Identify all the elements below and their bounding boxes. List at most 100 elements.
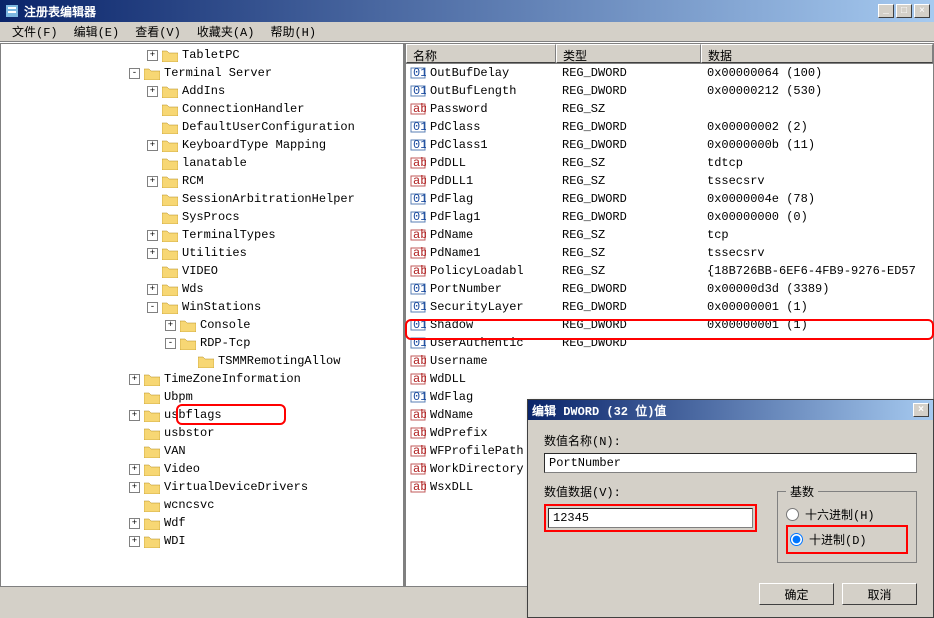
list-row[interactable]: 011PdFlag1REG_DWORD0x00000000 (0) [406, 208, 933, 226]
list-row[interactable]: 011PortNumberREG_DWORD0x00000d3d (3389) [406, 280, 933, 298]
string-icon: ab [410, 173, 426, 189]
dec-radio[interactable] [790, 533, 803, 546]
list-row[interactable]: 011OutBufDelayREG_DWORD0x00000064 (100) [406, 64, 933, 82]
list-row[interactable]: 011PdClass1REG_DWORD0x0000000b (11) [406, 136, 933, 154]
tree-node[interactable]: +usbstor [3, 424, 401, 442]
tree-node[interactable]: +SessionArbitrationHelper [3, 190, 401, 208]
string-icon: ab [410, 155, 426, 171]
list-row[interactable]: 011OutBufLengthREG_DWORD0x00000212 (530) [406, 82, 933, 100]
tree-node[interactable]: +DefaultUserConfiguration [3, 118, 401, 136]
expander-icon[interactable]: + [147, 248, 158, 259]
expander-icon[interactable]: + [147, 140, 158, 151]
expander-icon[interactable]: + [165, 320, 176, 331]
list-row[interactable]: abPdDLLREG_SZtdtcp [406, 154, 933, 172]
menu-favorites[interactable]: 收藏夹(A) [189, 21, 263, 42]
expander-icon[interactable]: + [147, 176, 158, 187]
value-name: PdDLL [430, 156, 466, 170]
data-field[interactable] [548, 508, 753, 528]
tree-node[interactable]: +Console [3, 316, 401, 334]
expander-icon[interactable]: + [147, 50, 158, 61]
tree-node[interactable]: +SysProcs [3, 208, 401, 226]
expander-icon[interactable]: - [129, 68, 140, 79]
tree-label: wcncsvc [164, 498, 214, 512]
cell-data: tcp [701, 228, 933, 242]
list-row[interactable]: abPasswordREG_SZ [406, 100, 933, 118]
list-row[interactable]: abUsername [406, 352, 933, 370]
edit-dword-dialog: 编辑 DWORD (32 位)值 × 数值名称(N): 数值数据(V): 基数 … [527, 399, 934, 618]
list-row[interactable]: abPdNameREG_SZtcp [406, 226, 933, 244]
tree-node[interactable]: +VAN [3, 442, 401, 460]
cancel-button[interactable]: 取消 [842, 583, 917, 605]
expander-icon[interactable]: + [147, 86, 158, 97]
tree-node[interactable]: +TerminalTypes [3, 226, 401, 244]
folder-icon [162, 193, 178, 206]
tree-node[interactable]: +VIDEO [3, 262, 401, 280]
tree-node[interactable]: +KeyboardType Mapping [3, 136, 401, 154]
menubar: 文件(F) 编辑(E) 查看(V) 收藏夹(A) 帮助(H) [0, 22, 934, 42]
cell-type: REG_DWORD [556, 66, 701, 80]
list-row[interactable]: abWdDLL [406, 370, 933, 388]
list-row[interactable]: 011PdClassREG_DWORD0x00000002 (2) [406, 118, 933, 136]
expander-icon[interactable]: + [129, 536, 140, 547]
tree-node[interactable]: +TimeZoneInformation [3, 370, 401, 388]
value-name: Password [430, 102, 488, 116]
tree-node[interactable]: +Utilities [3, 244, 401, 262]
menu-help[interactable]: 帮助(H) [262, 21, 324, 42]
dialog-close-button[interactable]: × [913, 403, 929, 417]
list-row[interactable]: 011PdFlagREG_DWORD0x0000004e (78) [406, 190, 933, 208]
maximize-button[interactable]: □ [896, 4, 912, 18]
tree-node[interactable]: +TabletPC [3, 46, 401, 64]
name-field[interactable] [544, 453, 917, 473]
tree-node[interactable]: +RCM [3, 172, 401, 190]
tree-panel[interactable]: +TabletPC-Terminal Server+AddIns+Connect… [0, 43, 405, 587]
value-name: Username [430, 354, 488, 368]
tree-node[interactable]: -WinStations [3, 298, 401, 316]
folder-icon [162, 49, 178, 62]
tree-node[interactable]: +Wdf [3, 514, 401, 532]
tree-node[interactable]: +TSMMRemotingAllow [3, 352, 401, 370]
expander-icon[interactable]: + [129, 464, 140, 475]
folder-icon [144, 499, 160, 512]
menu-view[interactable]: 查看(V) [127, 21, 189, 42]
close-button[interactable]: × [914, 4, 930, 18]
ok-button[interactable]: 确定 [759, 583, 834, 605]
col-header-type[interactable]: 类型 [556, 44, 701, 63]
tree-node[interactable]: +ConnectionHandler [3, 100, 401, 118]
folder-icon [162, 157, 178, 170]
tree-node[interactable]: -Terminal Server [3, 64, 401, 82]
tree-node[interactable]: +AddIns [3, 82, 401, 100]
expander-icon[interactable]: + [147, 284, 158, 295]
expander-icon[interactable]: + [129, 410, 140, 421]
col-header-name[interactable]: 名称 [406, 44, 556, 63]
list-row[interactable]: 011SecurityLayerREG_DWORD0x00000001 (1) [406, 298, 933, 316]
cell-type: REG_DWORD [556, 138, 701, 152]
col-header-data[interactable]: 数据 [701, 44, 933, 63]
dword-icon: 011 [410, 191, 426, 207]
string-icon: ab [410, 245, 426, 261]
svg-text:011: 011 [413, 390, 426, 404]
tree-node[interactable]: +lanatable [3, 154, 401, 172]
expander-icon[interactable]: + [129, 482, 140, 493]
tree-node[interactable]: -RDP-Tcp [3, 334, 401, 352]
list-row[interactable]: abPolicyLoadablREG_SZ{18B726BB-6EF6-4FB9… [406, 262, 933, 280]
tree-node[interactable]: +WDI [3, 532, 401, 550]
dword-icon: 011 [410, 137, 426, 153]
expander-icon[interactable]: - [165, 338, 176, 349]
menu-file[interactable]: 文件(F) [4, 21, 66, 42]
hex-radio[interactable] [786, 508, 799, 521]
cell-name: abPdDLL1 [406, 173, 556, 189]
minimize-button[interactable]: _ [878, 4, 894, 18]
expander-icon[interactable]: + [147, 230, 158, 241]
tree-node[interactable]: +Video [3, 460, 401, 478]
menu-edit[interactable]: 编辑(E) [66, 21, 128, 42]
tree-node[interactable]: +Wds [3, 280, 401, 298]
svg-text:011: 011 [413, 120, 426, 134]
tree-node[interactable]: +VirtualDeviceDrivers [3, 478, 401, 496]
expander-icon[interactable]: + [129, 374, 140, 385]
list-row[interactable]: abPdDLL1REG_SZtssecsrv [406, 172, 933, 190]
tree-node[interactable]: +wcncsvc [3, 496, 401, 514]
dialog-titlebar[interactable]: 编辑 DWORD (32 位)值 × [528, 400, 933, 420]
expander-icon[interactable]: + [129, 518, 140, 529]
list-row[interactable]: abPdName1REG_SZtssecsrv [406, 244, 933, 262]
expander-icon[interactable]: - [147, 302, 158, 313]
